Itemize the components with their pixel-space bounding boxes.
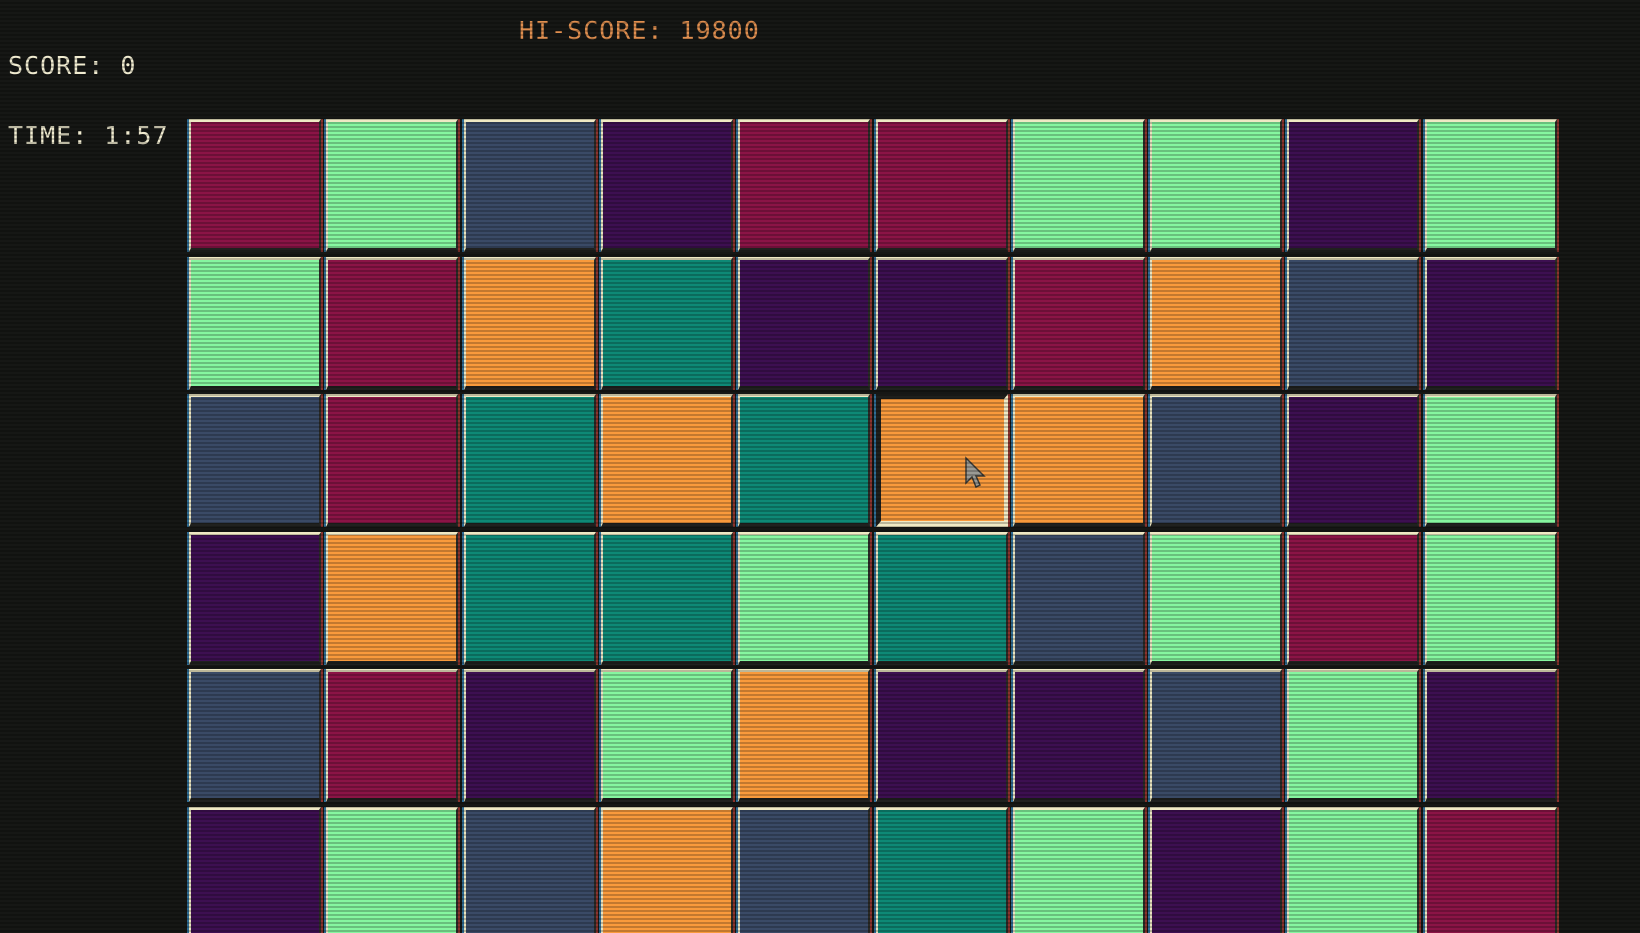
tile-purple[interactable] xyxy=(1425,669,1557,802)
tile-purple[interactable] xyxy=(738,257,870,390)
tile-red[interactable] xyxy=(189,119,321,252)
tile-orange[interactable] xyxy=(738,669,870,802)
tile-orange[interactable] xyxy=(464,257,596,390)
tile-red[interactable] xyxy=(326,394,458,527)
tile-green[interactable] xyxy=(1425,119,1557,252)
tile-purple[interactable] xyxy=(189,532,321,665)
tile-green[interactable] xyxy=(1287,669,1419,802)
tile-green[interactable] xyxy=(738,532,870,665)
tile-teal[interactable] xyxy=(601,532,733,665)
tile-red[interactable] xyxy=(1425,807,1557,933)
time-label: TIME: 1:57 xyxy=(8,121,169,150)
tile-teal[interactable] xyxy=(464,532,596,665)
tile-red[interactable] xyxy=(326,669,458,802)
tile-red[interactable] xyxy=(326,257,458,390)
tile-slate[interactable] xyxy=(1013,532,1145,665)
tile-green[interactable] xyxy=(1150,119,1282,252)
tile-purple[interactable] xyxy=(1287,119,1419,252)
tile-red[interactable] xyxy=(1013,257,1145,390)
tile-purple[interactable] xyxy=(1287,394,1419,527)
score-label: SCORE: 0 xyxy=(8,51,137,80)
tile-orange[interactable] xyxy=(601,394,733,527)
tile-orange[interactable] xyxy=(326,532,458,665)
tile-green[interactable] xyxy=(326,119,458,252)
tile-purple[interactable] xyxy=(601,119,733,252)
tile-green[interactable] xyxy=(1425,532,1557,665)
hiscore-label: HI-SCORE: 19800 xyxy=(519,16,760,45)
arrow-cursor-icon xyxy=(965,456,986,489)
tile-orange[interactable] xyxy=(1013,394,1145,527)
tile-green[interactable] xyxy=(326,807,458,933)
tile-slate[interactable] xyxy=(1150,669,1282,802)
tile-green[interactable] xyxy=(189,257,321,390)
tile-teal[interactable] xyxy=(876,807,1008,933)
tile-purple[interactable] xyxy=(464,669,596,802)
game-screen: HI-SCORE: 19800 SCORE: 0 TIME: 1:57 xyxy=(0,0,1640,933)
tile-slate[interactable] xyxy=(1287,257,1419,390)
tile-green[interactable] xyxy=(1013,807,1145,933)
tile-purple[interactable] xyxy=(1150,807,1282,933)
tile-teal[interactable] xyxy=(876,532,1008,665)
tile-green[interactable] xyxy=(1150,532,1282,665)
tile-purple[interactable] xyxy=(876,669,1008,802)
tile-slate[interactable] xyxy=(189,394,321,527)
tile-slate[interactable] xyxy=(189,669,321,802)
tile-slate[interactable] xyxy=(738,807,870,933)
tile-purple[interactable] xyxy=(1013,669,1145,802)
tile-teal[interactable] xyxy=(601,257,733,390)
tile-orange[interactable] xyxy=(1150,257,1282,390)
tile-slate[interactable] xyxy=(464,807,596,933)
tile-purple[interactable] xyxy=(876,257,1008,390)
tile-orange[interactable] xyxy=(601,807,733,933)
tile-slate[interactable] xyxy=(1150,394,1282,527)
tile-orange[interactable] xyxy=(876,394,1008,527)
tile-teal[interactable] xyxy=(464,394,596,527)
tile-slate[interactable] xyxy=(464,119,596,252)
tile-red[interactable] xyxy=(738,119,870,252)
tile-green[interactable] xyxy=(1287,807,1419,933)
tile-red[interactable] xyxy=(876,119,1008,252)
tile-green[interactable] xyxy=(1013,119,1145,252)
tile-red[interactable] xyxy=(1287,532,1419,665)
tile-purple[interactable] xyxy=(1425,257,1557,390)
tile-purple[interactable] xyxy=(189,807,321,933)
tile-teal[interactable] xyxy=(738,394,870,527)
tile-green[interactable] xyxy=(601,669,733,802)
tile-board xyxy=(189,119,1561,933)
tile-green[interactable] xyxy=(1425,394,1557,527)
